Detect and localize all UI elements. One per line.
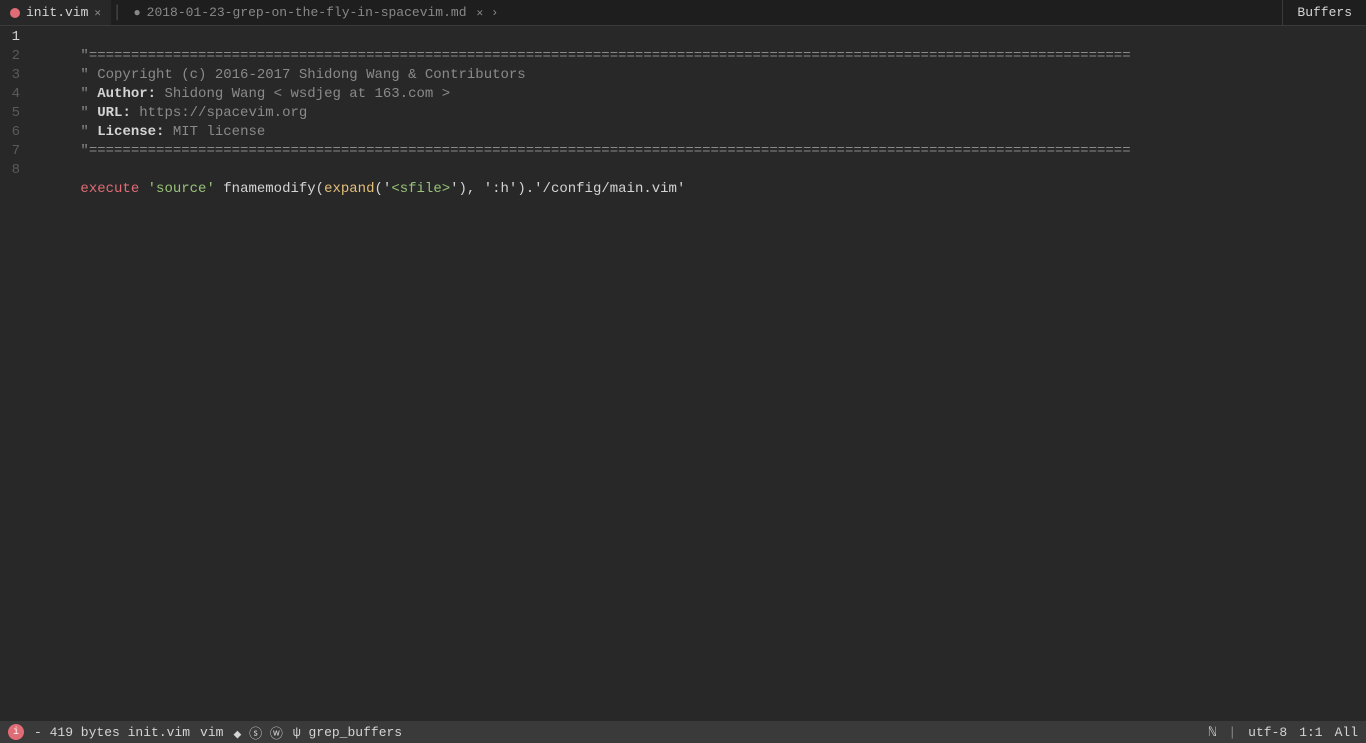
code-line-1: 1 "=====================================…	[0, 28, 1366, 47]
line-number-6: 6	[0, 123, 30, 142]
tab-grep-md-label: 2018-01-23-grep-on-the-fly-in-spacevim.m…	[147, 5, 467, 20]
line8-paren1: ('	[375, 181, 392, 197]
line8-expand: expand	[324, 181, 374, 197]
code-line-5: 5 " License: MIT license	[0, 104, 1366, 123]
buffers-button[interactable]: Buffers	[1282, 0, 1366, 25]
status-plugin-text: ψ grep_buffers	[293, 725, 402, 740]
line-number-3: 3	[0, 66, 30, 85]
tab-init-vim-label: init.vim	[26, 5, 88, 20]
line8-sfile: <sfile>	[391, 181, 450, 197]
status-encoding: utf-8	[1248, 725, 1287, 740]
line-number-7: 7	[0, 142, 30, 161]
status-plugin: ψ grep_buffers	[293, 725, 402, 740]
status-error-icon: i	[8, 724, 24, 740]
line8-fname: fnamemodify(	[215, 181, 324, 197]
status-mode: vim	[200, 725, 223, 740]
line-number-1: 1	[0, 28, 30, 47]
status-branch: ◆ ⓢ ⓦ	[233, 723, 282, 742]
line-number-4: 4	[0, 85, 30, 104]
line-content-8: execute 'source' fnamemodify(expand('<sf…	[30, 161, 685, 218]
tab-separator: │	[111, 5, 123, 21]
line8-source: 'source'	[148, 181, 215, 197]
code-line-6: 6 "=====================================…	[0, 123, 1366, 142]
tab-modified-icon: ●	[133, 6, 140, 20]
line-number-2: 2	[0, 47, 30, 66]
tab-init-vim[interactable]: init.vim ✕	[0, 0, 111, 25]
tab-active-icon	[10, 8, 20, 18]
status-right: ℕ | utf-8 1:1 All	[1209, 725, 1358, 740]
line8-execute: execute	[80, 181, 139, 197]
status-divider-1: |	[1228, 725, 1236, 740]
line6-seg1: "=======================================…	[80, 143, 1130, 159]
status-bytes-filename: - 419 bytes init.vim	[34, 725, 190, 740]
tab-grep-close-icon[interactable]: ✕	[477, 6, 484, 20]
tab-arrow-icon: ›	[491, 6, 498, 20]
code-line-4: 4 " URL: https://spacevim.org	[0, 85, 1366, 104]
tab-close-icon[interactable]: ✕	[94, 6, 101, 20]
line-number-5: 5	[0, 104, 30, 123]
tab-grep-md[interactable]: ● 2018-01-23-grep-on-the-fly-in-spacevim…	[123, 0, 508, 25]
status-cursor: 1:1	[1299, 725, 1322, 740]
buffers-label: Buffers	[1297, 5, 1352, 20]
line-number-8: 8	[0, 161, 30, 180]
status-bar: i - 419 bytes init.vim vim ◆ ⓢ ⓦ ψ grep_…	[0, 721, 1366, 743]
line8-sp1	[139, 181, 147, 197]
status-scroll-pct: All	[1335, 725, 1358, 740]
line8-rest: '), ':h').'/config/main.vim'	[450, 181, 685, 197]
editor-area: 1 "=====================================…	[0, 26, 1366, 721]
code-line-8: 8 execute 'source' fnamemodify(expand('<…	[0, 161, 1366, 180]
status-nerd-font: ℕ	[1209, 725, 1217, 740]
tab-bar: init.vim ✕ │ ● 2018-01-23-grep-on-the-fl…	[0, 0, 1366, 26]
status-icon-label: i	[13, 727, 19, 738]
status-branch-text: ◆ ⓢ ⓦ	[233, 723, 282, 742]
